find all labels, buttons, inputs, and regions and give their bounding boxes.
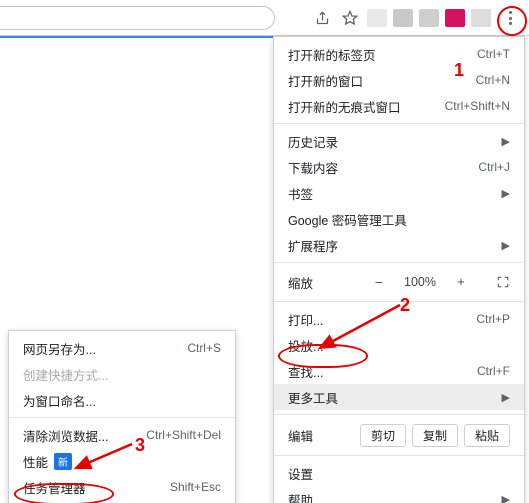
extension-icon[interactable]: [367, 9, 387, 27]
label: 创建快捷方式...: [23, 365, 221, 384]
menu-item-more-tools[interactable]: 更多工具 ▶: [274, 384, 524, 410]
menu-item-new-incognito[interactable]: 打开新的无痕式窗口 Ctrl+Shift+N: [274, 93, 524, 119]
annotation-arrow-3: [70, 440, 140, 480]
label: 打开新的窗口: [288, 71, 468, 90]
label: 历史记录: [288, 132, 496, 151]
chevron-right-icon: ▶: [502, 187, 510, 200]
tab-underline: [0, 36, 275, 38]
label: 任务管理器: [23, 478, 162, 497]
label: 缩放: [288, 273, 344, 292]
extension-icon[interactable]: [445, 9, 465, 27]
chevron-right-icon: ▶: [502, 493, 510, 503]
label: Google 密码管理工具: [288, 210, 510, 229]
label: 书签: [288, 184, 496, 203]
shortcut: Ctrl+F: [477, 364, 510, 378]
menu-item-find[interactable]: 查找... Ctrl+F: [274, 358, 524, 384]
share-icon[interactable]: [311, 7, 333, 29]
fullscreen-icon[interactable]: [496, 275, 510, 289]
more-menu-button[interactable]: [497, 4, 523, 32]
label: 打开新的标签页: [288, 45, 469, 64]
chevron-right-icon: ▶: [502, 391, 510, 404]
label: 查找...: [288, 362, 469, 381]
menu-item-help[interactable]: 帮助 ▶: [274, 486, 524, 503]
paste-button[interactable]: 粘贴: [464, 424, 510, 447]
menu-item-extensions[interactable]: 扩展程序 ▶: [274, 232, 524, 258]
menu-item-history[interactable]: 历史记录 ▶: [274, 128, 524, 154]
chevron-right-icon: ▶: [502, 239, 510, 252]
shortcut: Shift+Esc: [170, 480, 221, 494]
menu-item-edit: 编辑 剪切 复制 粘贴: [274, 419, 524, 451]
menu-item-settings[interactable]: 设置: [274, 460, 524, 486]
shortcut: Ctrl+T: [477, 47, 510, 61]
label: 编辑: [288, 426, 332, 445]
label: 下载内容: [288, 158, 470, 177]
shortcut: Ctrl+P: [476, 312, 510, 326]
menu-item-new-window[interactable]: 打开新的窗口 Ctrl+N: [274, 67, 524, 93]
zoom-value: 100%: [404, 275, 436, 289]
extension-icon[interactable]: [419, 9, 439, 27]
menu-item-new-tab[interactable]: 打开新的标签页 Ctrl+T: [274, 41, 524, 67]
toolbar-right: [311, 6, 523, 30]
label: 为窗口命名...: [23, 391, 221, 410]
label: 帮助: [288, 490, 496, 503]
shortcut: Ctrl+N: [476, 73, 510, 87]
submenu-item-name-window[interactable]: 为窗口命名...: [9, 387, 235, 413]
menu-item-password-manager[interactable]: Google 密码管理工具: [274, 206, 524, 232]
menu-item-downloads[interactable]: 下载内容 Ctrl+J: [274, 154, 524, 180]
shortcut: Ctrl+Shift+Del: [146, 428, 221, 442]
shortcut: Ctrl+Shift+N: [445, 99, 510, 113]
chrome-main-menu: 打开新的标签页 Ctrl+T 打开新的窗口 Ctrl+N 打开新的无痕式窗口 Ctrl…: [273, 36, 525, 503]
address-bar[interactable]: [0, 6, 275, 30]
menu-item-zoom: 缩放 – 100% +: [274, 267, 524, 297]
cut-button[interactable]: 剪切: [360, 424, 406, 447]
copy-button[interactable]: 复制: [412, 424, 458, 447]
zoom-in-button[interactable]: +: [454, 275, 468, 289]
label: 设置: [288, 464, 510, 483]
label: 更多工具: [288, 388, 496, 407]
chevron-right-icon: ▶: [502, 135, 510, 148]
annotation-arrow-2: [310, 300, 410, 360]
extension-icon[interactable]: [471, 9, 491, 27]
submenu-item-create-shortcut[interactable]: 创建快捷方式...: [9, 361, 235, 387]
label: 扩展程序: [288, 236, 496, 255]
shortcut: Ctrl+J: [478, 160, 510, 174]
label: 打开新的无痕式窗口: [288, 97, 437, 116]
shortcut: Ctrl+S: [187, 341, 221, 355]
label: 网页另存为...: [23, 339, 179, 358]
star-icon[interactable]: [339, 7, 361, 29]
submenu-item-save-as[interactable]: 网页另存为... Ctrl+S: [9, 335, 235, 361]
menu-item-bookmarks[interactable]: 书签 ▶: [274, 180, 524, 206]
extension-icon[interactable]: [393, 9, 413, 27]
zoom-out-button[interactable]: –: [372, 275, 386, 289]
browser-toolbar: [0, 0, 529, 36]
